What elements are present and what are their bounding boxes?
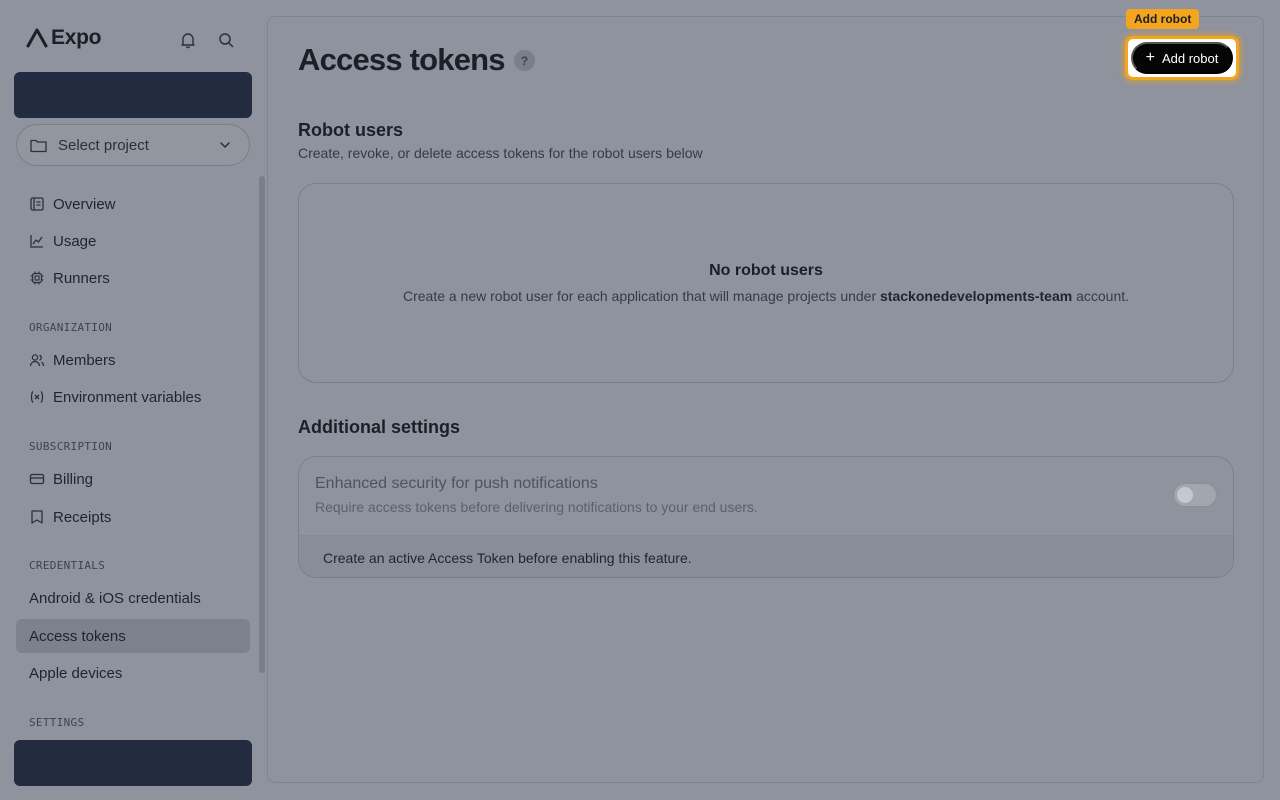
sidebar-item-label: Apple devices: [29, 664, 123, 682]
robot-users-heading: Robot users: [298, 120, 404, 140]
chart-line-icon: [30, 235, 43, 248]
section-label-subscription: SUBSCRIPTION: [29, 440, 113, 453]
sidebar-item-environment-variables[interactable]: Environment variables: [16, 380, 250, 414]
sidebar-item-label: Runners: [53, 269, 110, 287]
add-robot-tooltip: Add robot: [1126, 9, 1200, 29]
plus-icon: +: [1145, 49, 1155, 66]
expo-logo[interactable]: Expo: [26, 26, 101, 50]
push-security-toggle[interactable]: [1173, 483, 1217, 507]
sidebar-item-overview[interactable]: Overview: [16, 187, 250, 221]
sidebar-item-apple-devices[interactable]: Apple devices: [16, 656, 250, 690]
sidebar-item-label: Overview: [53, 195, 116, 213]
expo-logo-icon: [26, 28, 48, 48]
sidebar-item-label: Receipts: [53, 508, 112, 526]
credit-card-icon: [29, 473, 45, 485]
account-name: stackonedevelopments-team: [880, 288, 1073, 304]
empty-desc-prefix: Create a new robot user for each applica…: [402, 288, 881, 304]
push-security-card: Enhanced security for push notifications…: [298, 456, 1234, 578]
add-robot-button[interactable]: + Add robot: [1131, 42, 1233, 74]
brand-name: Expo: [51, 26, 102, 49]
section-label-organization: ORGANIZATION: [29, 321, 113, 334]
sidebar-item-access-tokens[interactable]: Access tokens: [16, 619, 250, 653]
variable-icon: [30, 391, 44, 403]
search-icon[interactable]: [217, 31, 235, 49]
sidebar-item-members[interactable]: Members: [16, 343, 250, 377]
users-icon: [29, 354, 45, 367]
additional-settings-heading: Additional settings: [298, 417, 460, 437]
setting-description: Require access tokens before delivering …: [315, 499, 758, 515]
account-switcher[interactable]: [14, 72, 252, 118]
toggle-knob: [1177, 487, 1193, 503]
overview-icon: [30, 197, 44, 211]
sidebar-item-android-ios-credentials[interactable]: Android & iOS credentials: [16, 581, 250, 615]
page-title: Access tokens: [298, 42, 506, 77]
sidebar-item-label: Billing: [53, 470, 94, 488]
folder-icon: [30, 139, 47, 152]
select-project-label: Select project: [58, 136, 149, 154]
sidebar-item-billing[interactable]: Billing: [16, 462, 250, 496]
setting-footer-note: Create an active Access Token before ena…: [299, 535, 1233, 577]
receipt-icon: [31, 510, 43, 524]
bell-icon[interactable]: [179, 31, 197, 49]
setting-title: Enhanced security for push notifications: [315, 475, 598, 492]
sidebar: Expo Select project Overview Usage Runne…: [0, 0, 266, 800]
sidebar-item-runners[interactable]: Runners: [16, 261, 250, 295]
robot-users-subtitle: Create, revoke, or delete access tokens …: [298, 145, 703, 161]
empty-desc-suffix: account.: [1072, 288, 1130, 304]
sidebar-item-usage[interactable]: Usage: [16, 224, 250, 258]
add-robot-highlight: + Add robot: [1125, 36, 1239, 80]
add-robot-label: Add robot: [1161, 50, 1219, 66]
select-project-dropdown[interactable]: Select project: [16, 124, 250, 166]
section-label-settings: SETTINGS: [29, 716, 85, 729]
main-panel: Access tokens ? Add robot + Add robot Ro…: [267, 9, 1264, 783]
sidebar-item-receipts[interactable]: Receipts: [16, 500, 250, 534]
sidebar-item-label: Usage: [53, 232, 97, 250]
cpu-icon: [30, 271, 44, 285]
chevron-down-icon: [220, 142, 230, 149]
sidebar-item-label: Access tokens: [29, 627, 126, 645]
sidebar-item-label: Members: [53, 351, 116, 369]
sidebar-item-label: Android & iOS credentials: [29, 589, 201, 607]
empty-state-description: Create a new robot user for each applica…: [299, 288, 1233, 304]
help-icon[interactable]: ?: [514, 50, 535, 71]
section-label-credentials: CREDENTIALS: [29, 559, 106, 572]
sidebar-item-label: Environment variables: [53, 388, 202, 406]
empty-state-title: No robot users: [709, 262, 823, 279]
user-menu[interactable]: [14, 740, 252, 786]
robot-users-empty-state: No robot users Create a new robot user f…: [298, 183, 1234, 383]
sidebar-scrollbar[interactable]: [259, 176, 265, 673]
